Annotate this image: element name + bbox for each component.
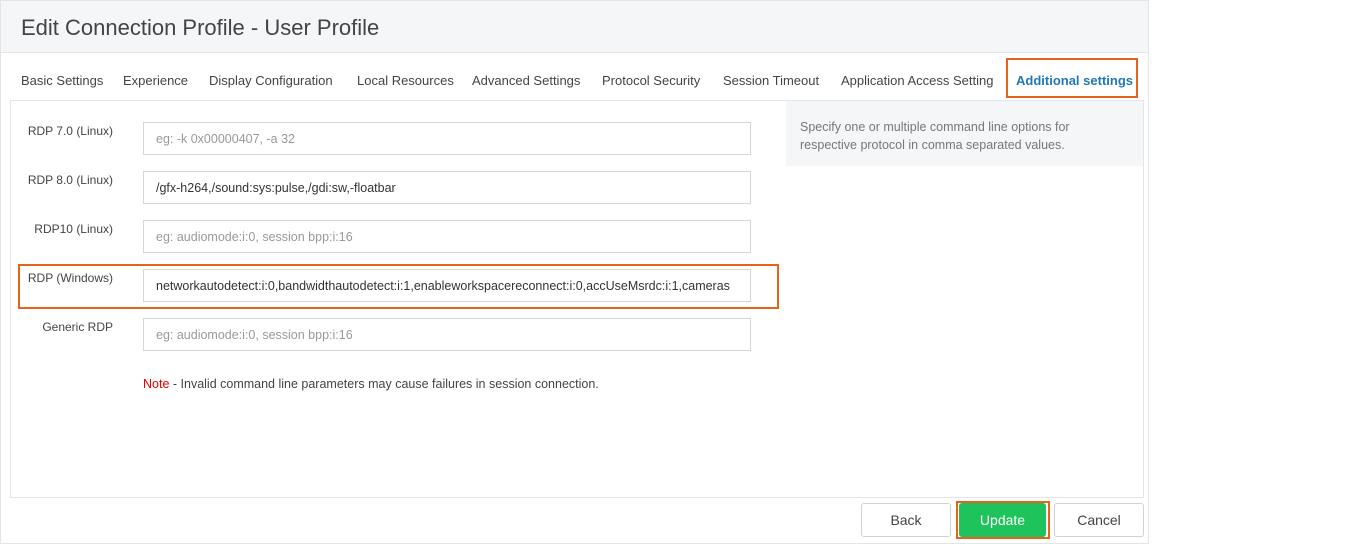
tab-experience[interactable]: Experience bbox=[123, 58, 188, 102]
generic-rdp-label: Generic RDP bbox=[42, 320, 113, 334]
tab-advanced-settings[interactable]: Advanced Settings bbox=[472, 58, 580, 102]
update-button-highlight bbox=[956, 501, 1050, 539]
tab-local-resources[interactable]: Local Resources bbox=[357, 58, 454, 102]
tab-application-access-setting[interactable]: Application Access Setting bbox=[841, 58, 993, 102]
generic-rdp-input[interactable] bbox=[143, 318, 751, 351]
rdp8-label: RDP 8.0 (Linux) bbox=[27, 173, 113, 187]
back-button[interactable]: Back bbox=[861, 503, 951, 537]
rdp7-label: RDP 7.0 (Linux) bbox=[27, 124, 113, 138]
note-prefix: Note bbox=[143, 377, 170, 391]
rdp7-input[interactable] bbox=[143, 122, 751, 155]
tab-session-timeout[interactable]: Session Timeout bbox=[723, 58, 819, 102]
rdp10-input[interactable] bbox=[143, 220, 751, 253]
rdp-windows-highlight bbox=[18, 264, 779, 309]
rdp10-label: RDP10 (Linux) bbox=[34, 222, 113, 236]
tab-display-configuration[interactable]: Display Configuration bbox=[209, 58, 333, 102]
panel-header: Edit Connection Profile - User Profile bbox=[1, 1, 1148, 53]
page-title: Edit Connection Profile - User Profile bbox=[21, 15, 380, 40]
active-tab-highlight bbox=[1006, 58, 1138, 98]
note-text: - Invalid command line parameters may ca… bbox=[169, 377, 599, 391]
tab-bar: Basic Settings Experience Display Config… bbox=[0, 58, 1147, 102]
tab-basic-settings[interactable]: Basic Settings bbox=[21, 58, 103, 102]
help-box: Specify one or multiple command line opt… bbox=[786, 101, 1143, 166]
rdp8-input[interactable] bbox=[143, 171, 751, 204]
help-text: Specify one or multiple command line opt… bbox=[800, 120, 1070, 152]
cancel-button[interactable]: Cancel bbox=[1054, 503, 1144, 537]
tab-protocol-security[interactable]: Protocol Security bbox=[602, 58, 700, 102]
warning-note: Note - Invalid command line parameters m… bbox=[143, 377, 599, 391]
